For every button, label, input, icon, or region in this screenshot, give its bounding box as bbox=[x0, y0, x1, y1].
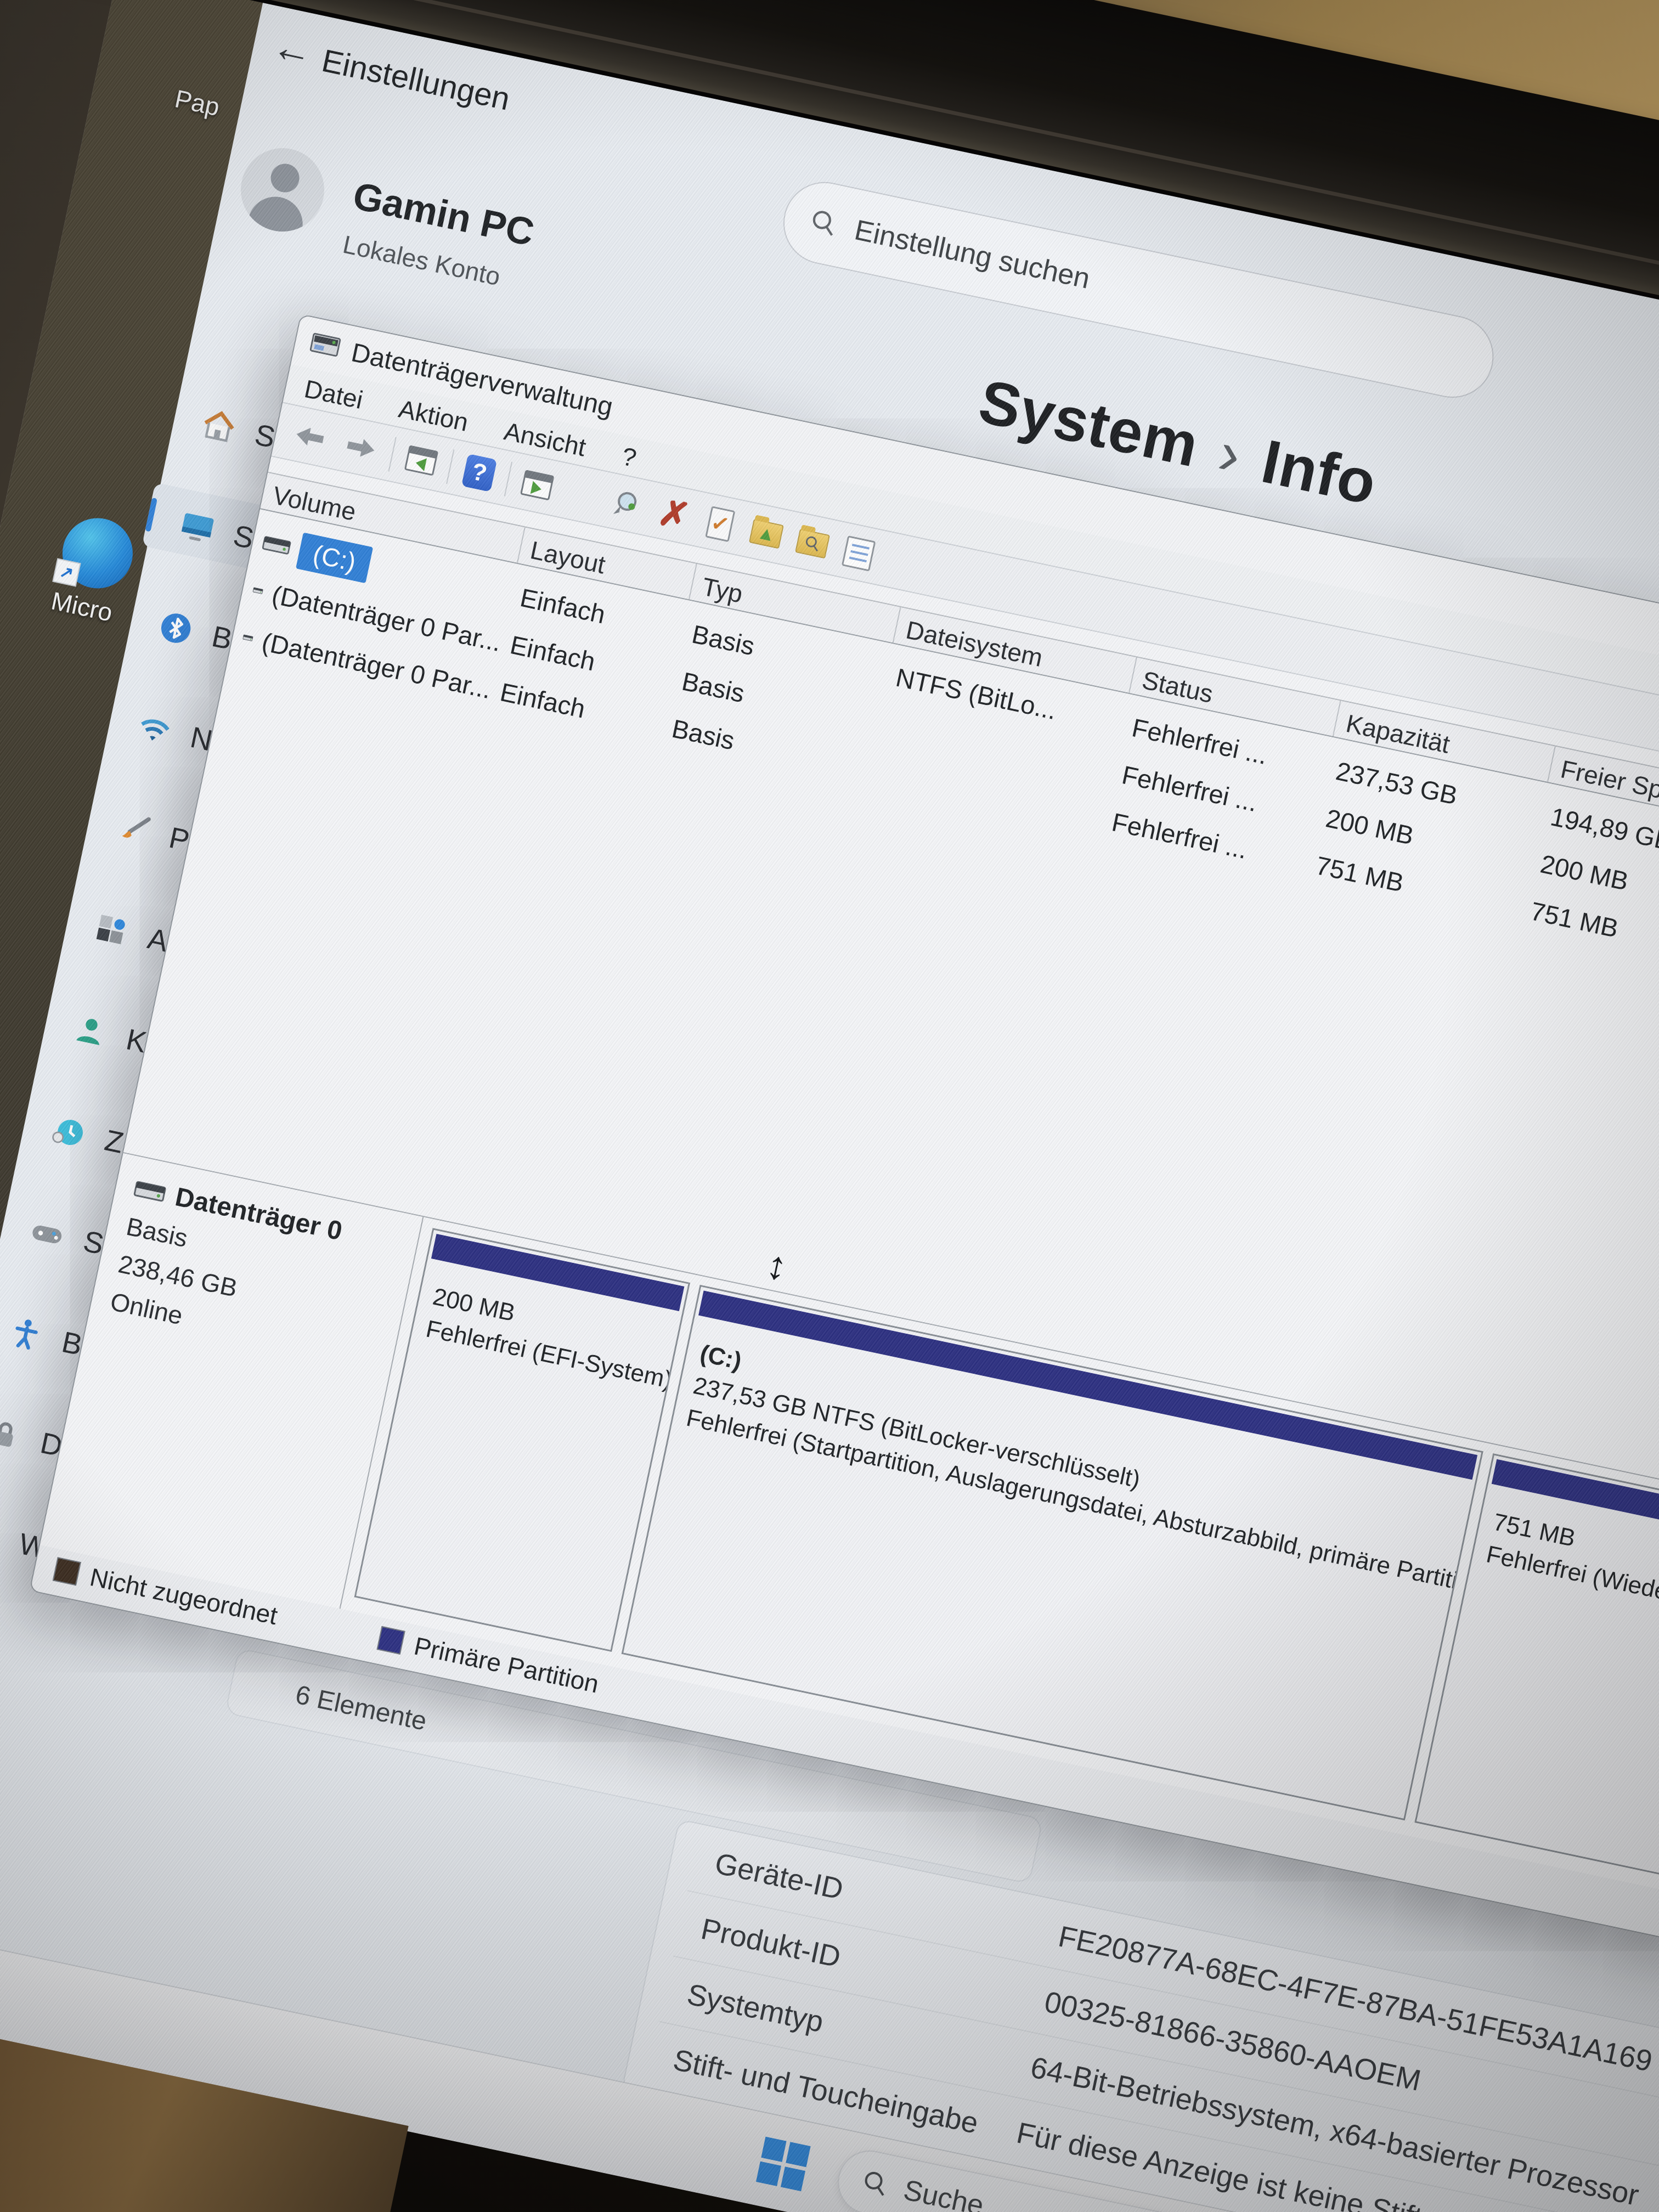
volume-icon bbox=[251, 580, 265, 601]
volume-name: (C:) bbox=[296, 532, 373, 583]
legend-unallocated-swatch bbox=[53, 1557, 81, 1585]
help-icon[interactable]: ? bbox=[461, 454, 497, 492]
bluetooth-icon bbox=[155, 607, 197, 649]
console-tree-icon[interactable] bbox=[404, 445, 438, 476]
taskbar-search-label: Suche bbox=[901, 2174, 987, 2212]
breadcrumb-separator-icon: › bbox=[1213, 417, 1248, 489]
monitor-icon bbox=[177, 506, 218, 548]
accessibility-icon bbox=[5, 1313, 47, 1355]
desktop-icon-label: Pap bbox=[172, 84, 222, 121]
disk-management-icon bbox=[309, 330, 342, 360]
volume-icon bbox=[241, 628, 255, 648]
toolbar-separator bbox=[388, 437, 397, 472]
wifi-icon bbox=[134, 708, 176, 750]
menu-help[interactable]: ? bbox=[619, 436, 640, 473]
lock-icon bbox=[0, 1414, 25, 1455]
search-icon bbox=[806, 205, 842, 241]
tree-arrow bbox=[415, 456, 427, 471]
console-pane-icon[interactable] bbox=[520, 470, 554, 500]
pane-arrow bbox=[531, 481, 543, 495]
delete-volume-icon[interactable]: ✗ bbox=[654, 495, 693, 534]
avatar-body bbox=[246, 191, 308, 239]
avatar-head bbox=[268, 161, 302, 195]
clock-icon bbox=[48, 1111, 89, 1153]
edge-icon: ↗ bbox=[56, 512, 139, 595]
explore-folder-icon[interactable] bbox=[795, 529, 830, 559]
pointer-help-icon[interactable] bbox=[608, 485, 647, 524]
page-title: Info bbox=[1256, 427, 1383, 518]
info-label: Geräte-ID bbox=[712, 1846, 847, 1906]
apps-grid-icon bbox=[91, 910, 133, 951]
avatar[interactable] bbox=[233, 140, 332, 239]
info-label: Systemtyp bbox=[684, 1977, 826, 2039]
toolbar-separator bbox=[446, 449, 454, 484]
back-icon[interactable] bbox=[290, 420, 331, 454]
status-text: 6 Elemente bbox=[293, 1680, 430, 1737]
desktop-icon-recycle-bin[interactable]: Pap bbox=[172, 83, 222, 122]
windows-start-icon[interactable] bbox=[756, 2137, 811, 2192]
back-arrow-icon[interactable]: ← bbox=[268, 22, 318, 76]
toolbar-gap bbox=[566, 491, 598, 498]
legend-primary-swatch bbox=[377, 1626, 405, 1655]
photo-frame: Pap ↗ Micro ← Einstellungen Gamin PC Lok… bbox=[0, 0, 1659, 2212]
laptop-screen: Pap ↗ Micro ← Einstellungen Gamin PC Lok… bbox=[0, 0, 1659, 2212]
search-icon bbox=[858, 2166, 893, 2201]
shortcut-arrow-icon: ↗ bbox=[52, 558, 81, 586]
brush-icon bbox=[112, 809, 154, 850]
forward-icon[interactable] bbox=[340, 431, 381, 464]
settings-title: Einstellungen bbox=[319, 42, 514, 118]
open-folder-icon[interactable]: ▲ bbox=[749, 519, 784, 549]
gamepad-icon bbox=[26, 1212, 68, 1254]
mark-partition-icon[interactable]: ✓ bbox=[705, 506, 735, 542]
update-icon bbox=[0, 1515, 4, 1556]
properties-list-icon[interactable] bbox=[842, 535, 876, 572]
volume-icon bbox=[261, 533, 292, 557]
disk-icon bbox=[133, 1178, 167, 1205]
search-placeholder: Einstellung suchen bbox=[851, 213, 1092, 295]
person-icon bbox=[70, 1011, 111, 1052]
toolbar-separator bbox=[504, 462, 512, 496]
breadcrumb-section[interactable]: System bbox=[973, 366, 1205, 479]
folder-magnifier-icon bbox=[802, 533, 823, 555]
home-icon bbox=[198, 405, 240, 447]
